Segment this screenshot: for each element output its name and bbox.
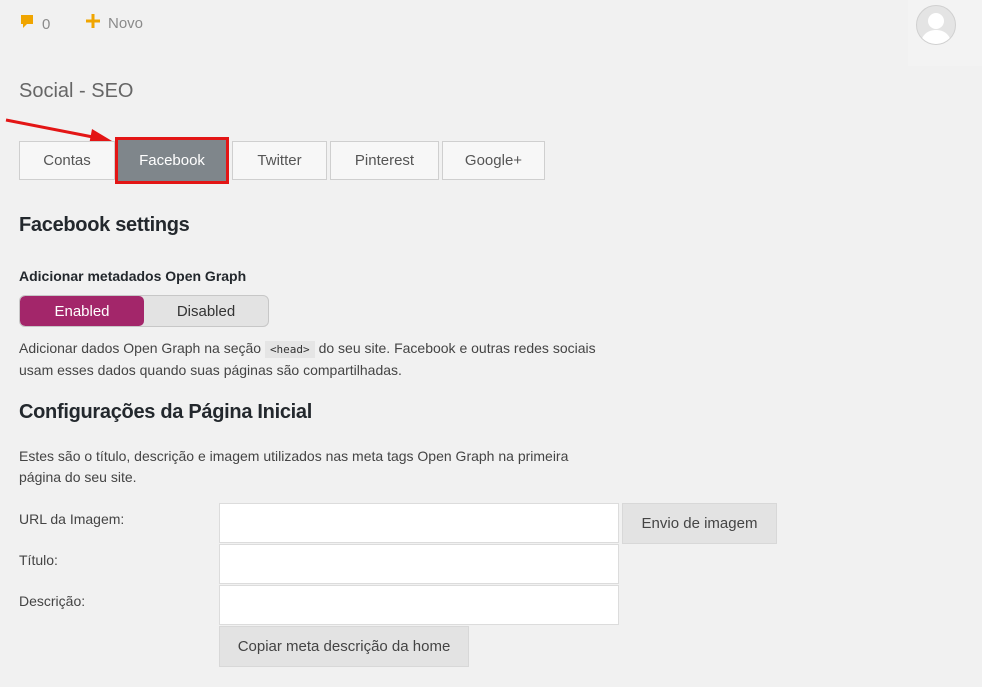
image-url-label: URL da Imagem: xyxy=(19,511,125,527)
home-settings-heading: Configurações da Página Inicial xyxy=(19,401,312,423)
upload-image-button[interactable]: Envio de imagem xyxy=(622,503,777,544)
admin-top-bar: 0 Novo xyxy=(0,0,982,66)
tab-label: Facebook xyxy=(139,152,205,169)
avatar[interactable] xyxy=(916,5,956,45)
tab-label: Google+ xyxy=(464,152,523,169)
tab-pinterest[interactable]: Pinterest xyxy=(330,141,439,180)
title-input[interactable] xyxy=(219,544,619,584)
enabled-option[interactable]: Enabled xyxy=(20,296,144,326)
tab-contas[interactable]: Contas xyxy=(19,141,115,180)
home-settings-description: Estes são o título, descrição e imagem u… xyxy=(19,448,569,485)
tab-label: Twitter xyxy=(257,152,302,169)
comment-count: 0 xyxy=(42,15,51,33)
open-graph-description: Adicionar dados Open Graph na seção <hea… xyxy=(19,338,619,381)
title-label: Título: xyxy=(19,552,58,568)
og-desc-before: Adicionar dados Open Graph na seção xyxy=(19,340,262,356)
new-content-link[interactable]: Novo xyxy=(86,14,143,32)
new-label: Novo xyxy=(108,14,144,32)
description-label: Descrição: xyxy=(19,593,86,609)
tab-label: Pinterest xyxy=(354,152,415,169)
facebook-settings-heading: Facebook settings xyxy=(19,214,190,236)
tab-google-plus[interactable]: Google+ xyxy=(442,141,545,180)
open-graph-toggle: Enabled Disabled xyxy=(19,295,269,327)
copy-home-meta-button[interactable]: Copiar meta descrição da home xyxy=(219,626,469,667)
tab-twitter[interactable]: Twitter xyxy=(232,141,327,180)
image-url-input[interactable] xyxy=(219,503,619,543)
user-silhouette-icon xyxy=(921,13,951,44)
page-title: Social - SEO xyxy=(19,80,134,102)
open-graph-label: Adicionar metadados Open Graph xyxy=(19,268,247,284)
comments-link[interactable]: 0 xyxy=(20,14,50,34)
tab-label: Contas xyxy=(43,152,91,169)
description-input[interactable] xyxy=(219,585,619,625)
tab-facebook[interactable]: Facebook xyxy=(115,137,229,184)
disabled-option[interactable]: Disabled xyxy=(144,296,268,326)
plus-icon xyxy=(86,14,100,32)
account-area xyxy=(908,0,982,66)
head-tag-code: <head> xyxy=(264,341,315,358)
speech-bubble-icon xyxy=(20,14,34,34)
